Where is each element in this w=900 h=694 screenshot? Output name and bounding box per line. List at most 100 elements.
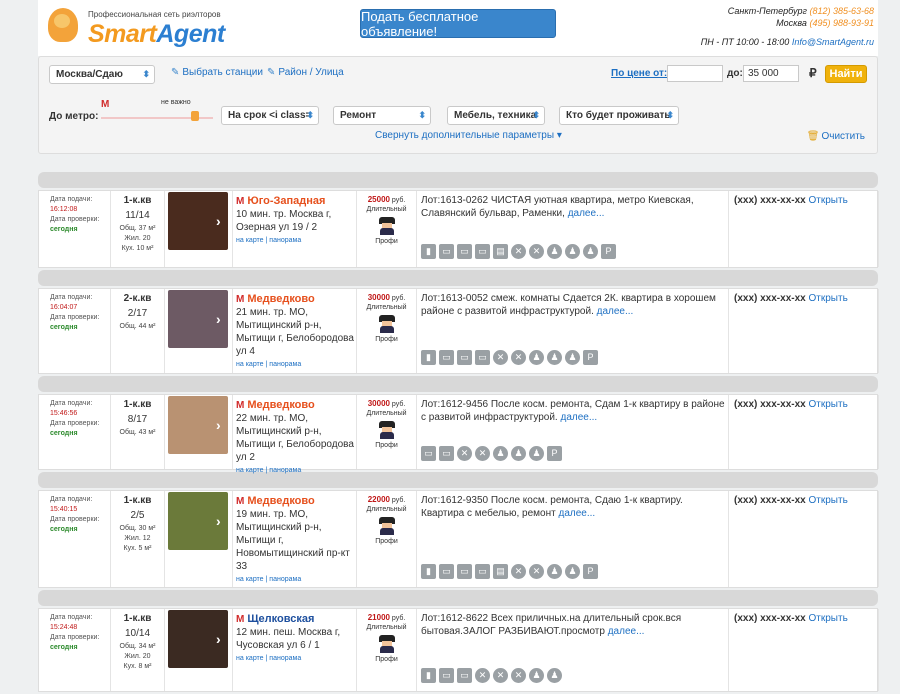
- area-total: Общ. 43 м²: [119, 429, 156, 436]
- more-link[interactable]: далее...: [568, 208, 605, 219]
- panorama-link[interactable]: панорама: [269, 361, 301, 368]
- district-link[interactable]: ✎ Район / Улица: [267, 67, 344, 78]
- panorama-link[interactable]: панорама: [269, 576, 301, 583]
- caret-down-icon: ▾: [556, 130, 562, 141]
- stations-link[interactable]: ✎ Выбрать станции: [171, 67, 263, 78]
- agent-type: Профи: [375, 336, 398, 343]
- check-value: сегодня: [50, 430, 78, 437]
- price-to-label: до:: [727, 68, 743, 79]
- more-link[interactable]: далее...: [559, 508, 596, 519]
- next-photo-icon[interactable]: ›: [216, 631, 230, 647]
- map-link[interactable]: на карте: [236, 467, 264, 474]
- no-pets-icon: ✕: [529, 244, 544, 259]
- clear-link[interactable]: 🗑 Очистить: [807, 131, 865, 142]
- station-name[interactable]: Медведково: [247, 495, 314, 507]
- listing-photo[interactable]: ›: [165, 289, 233, 373]
- map-link[interactable]: на карте: [236, 655, 264, 662]
- more-link[interactable]: далее...: [561, 412, 598, 423]
- address-text: 12 мин. пеш. Москва г, Чусовская ул 6 / …: [236, 627, 341, 651]
- metro-icon: М: [236, 196, 245, 207]
- open-phone-link[interactable]: Открыть: [809, 399, 848, 410]
- amenity-icons: ▭ ▭ ✕ ✕ ♟ ♟ ♟ Р: [421, 446, 562, 461]
- listing-row[interactable]: Дата подачи: 16:04:07 Дата проверки: сег…: [38, 288, 879, 374]
- rooms-type: 1-к.кв: [123, 613, 152, 624]
- rent-term: Длительный: [366, 304, 407, 311]
- agent-spy-icon: [378, 217, 396, 235]
- listing-row[interactable]: Дата подачи: 16:12:08 Дата проверки: сег…: [38, 190, 879, 268]
- price-from-input[interactable]: [667, 65, 723, 82]
- amenity-icon: ▮: [421, 244, 436, 259]
- term-select[interactable]: На срок <i class=: [221, 106, 319, 125]
- floor: 2/17: [127, 308, 148, 319]
- listing-dates: Дата подачи: 16:04:07 Дата проверки: сег…: [39, 289, 111, 373]
- slider-handle[interactable]: [191, 111, 199, 121]
- metro-distance-slider[interactable]: М не важно: [101, 99, 213, 123]
- collapse-params-link[interactable]: Свернуть дополнительные параметры ▾: [375, 130, 562, 141]
- price-unit: руб.: [391, 197, 406, 204]
- price-value: 22000: [367, 495, 390, 504]
- post-ad-button[interactable]: Подать бесплатное объявление!: [360, 9, 556, 39]
- more-link[interactable]: далее...: [608, 626, 645, 637]
- date-label: Дата подачи:: [50, 196, 93, 203]
- listing-separator: [38, 376, 878, 392]
- pencil-icon: ✎: [267, 67, 276, 78]
- station-name[interactable]: Медведково: [247, 293, 314, 305]
- next-photo-icon[interactable]: ›: [216, 213, 230, 229]
- furniture-select[interactable]: Мебель, техника: [447, 106, 545, 125]
- phone-hidden: (xxx) xxx-xx-xx: [734, 293, 806, 304]
- next-photo-icon[interactable]: ›: [216, 311, 230, 327]
- listing-row[interactable]: Дата подачи: 15:24:48 Дата проверки: сег…: [38, 608, 879, 692]
- listing-price: 22000 руб. Длительный Профи: [357, 491, 417, 587]
- map-link[interactable]: на карте: [236, 361, 264, 368]
- check-value: сегодня: [50, 226, 78, 233]
- city-select[interactable]: Москва/Сдаю: [49, 65, 155, 84]
- map-link[interactable]: на карте: [236, 576, 264, 583]
- more-link[interactable]: далее...: [597, 306, 634, 317]
- panorama-link[interactable]: панорама: [269, 467, 301, 474]
- floor: 8/17: [127, 414, 148, 425]
- map-link[interactable]: на карте: [236, 237, 264, 244]
- listing-price: 30000 руб. Длительный Профи: [357, 395, 417, 469]
- listing-row[interactable]: Дата подачи: 15:46:56 Дата проверки: сег…: [38, 394, 879, 474]
- clear-label: Очистить: [821, 131, 865, 142]
- station-name[interactable]: Щелковская: [247, 613, 314, 625]
- logo-agent: Agent: [156, 20, 225, 48]
- open-phone-link[interactable]: Открыть: [809, 495, 848, 506]
- no-pets-icon: ✕: [511, 350, 526, 365]
- listing-rooms: 1-к.кв 2/5 Общ. 30 м² Жил. 12 Кух. 5 м²: [111, 491, 165, 587]
- amenity-icon: ♟: [565, 564, 580, 579]
- open-phone-link[interactable]: Открыть: [809, 293, 848, 304]
- station-name[interactable]: Медведково: [247, 399, 314, 411]
- listing-description: Лот:1612-8622 Всех приличных.на длительн…: [417, 609, 729, 691]
- next-photo-icon[interactable]: ›: [216, 417, 230, 433]
- rent-term: Длительный: [366, 410, 407, 417]
- district-link-label: Район / Улица: [278, 67, 344, 78]
- logo[interactable]: Профессиональная сеть риэлторов SmartAge…: [48, 6, 228, 48]
- repair-select[interactable]: Ремонт: [333, 106, 431, 125]
- price-to-input[interactable]: 35 000: [743, 65, 799, 82]
- open-phone-link[interactable]: Открыть: [809, 195, 848, 206]
- email-link[interactable]: Info@SmartAgent.ru: [792, 37, 874, 47]
- area-living: Жил. 20: [124, 235, 151, 242]
- panorama-link[interactable]: панорама: [269, 655, 301, 662]
- brain-logo-icon: [48, 8, 78, 42]
- listing-photo[interactable]: ›: [165, 395, 233, 469]
- no-pets-icon: ✕: [457, 446, 472, 461]
- price-from-label[interactable]: По цене от:: [611, 68, 667, 79]
- listing-photo[interactable]: ›: [165, 191, 233, 267]
- next-photo-icon[interactable]: ›: [216, 513, 230, 529]
- check-value: сегодня: [50, 644, 78, 651]
- panorama-link[interactable]: панорама: [269, 237, 301, 244]
- listing-photo[interactable]: ›: [165, 609, 233, 691]
- listing-photo[interactable]: ›: [165, 491, 233, 587]
- open-phone-link[interactable]: Открыть: [809, 613, 848, 624]
- amenity-icon: ♟: [565, 350, 580, 365]
- who-select[interactable]: Кто будет проживать: [559, 106, 679, 125]
- station-name[interactable]: Юго-Западная: [247, 195, 325, 207]
- address-text: 10 мин. тр. Москва г, Озерная ул 19 / 2: [236, 209, 332, 233]
- listing-rooms: 2-к.кв 2/17 Общ. 44 м²: [111, 289, 165, 373]
- listing-description: Лот:1612-9456 После косм. ремонта, Сдам …: [417, 395, 729, 469]
- listing-description: Лот:1613-0052 смеж. комнаты Сдается 2К. …: [417, 289, 729, 373]
- find-button[interactable]: Найти: [825, 65, 867, 83]
- listing-row[interactable]: Дата подачи: 15:40:15 Дата проверки: сег…: [38, 490, 879, 588]
